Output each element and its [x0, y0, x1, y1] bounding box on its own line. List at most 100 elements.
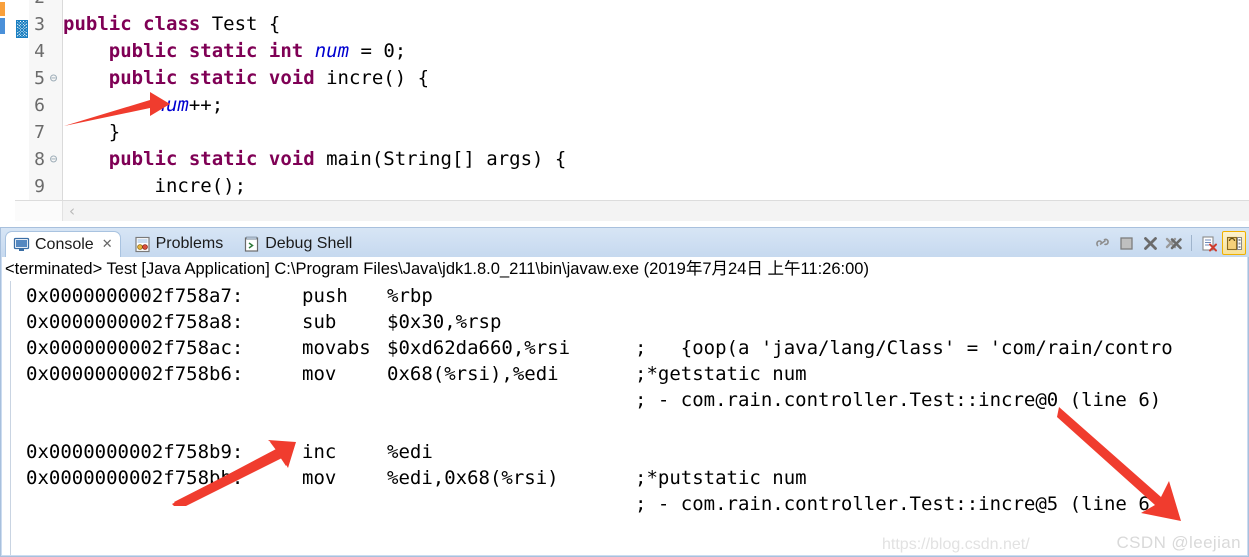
code-line: public static void main(String[] args) { [63, 146, 1249, 173]
line-number: 2 [15, 0, 45, 11]
console-address: 0x0000000002f758b6: [26, 363, 244, 385]
console-address: 0x0000000002f758a8: [26, 311, 244, 333]
pin-console-button[interactable] [1091, 232, 1113, 254]
clear-console-button[interactable] [1198, 232, 1220, 254]
console-mnemonic: inc [302, 441, 337, 463]
line-number: 8 [34, 149, 45, 170]
console-mnemonic: mov [302, 467, 337, 489]
console-mnemonic: mov [302, 363, 337, 385]
line-number: 7 [34, 122, 45, 143]
tab-debug-shell[interactable]: Debug Shell [236, 231, 359, 257]
console-operands: %edi,0x68(%rsi) [387, 467, 559, 489]
console-output-area[interactable]: 0x0000000002f758a7: push %rbp 0x0000000002f… [2, 281, 1247, 555]
stop-square-icon [1119, 236, 1133, 250]
code-line: } [63, 119, 1249, 146]
x-icon [1143, 236, 1157, 250]
remove-launch-button[interactable] [1139, 232, 1161, 254]
toolbar-separator [1191, 235, 1192, 251]
fold-collapse-icon[interactable]: ⊖ [47, 146, 60, 173]
console-mnemonic: sub [302, 311, 337, 333]
console-mnemonic: push [302, 285, 348, 307]
keyword-token: public class [63, 13, 201, 35]
remove-all-launches-button[interactable] [1163, 232, 1185, 254]
line-number: 5 [34, 68, 45, 89]
code-line: num++; [63, 92, 1249, 119]
console-address: 0x0000000002f758bb: [26, 467, 244, 489]
keyword-token: public static void [108, 148, 315, 170]
scroll-left-arrow-icon[interactable]: ‹ [63, 201, 81, 221]
console-comment: ; - com.rain.controller.Test::incre@5 (l… [635, 493, 1162, 515]
console-operands: $0xd62da660,%rsi [387, 337, 571, 359]
code-token: incre(); [63, 175, 247, 197]
problems-icon [134, 236, 151, 253]
console-comment: ;*getstatic num [635, 363, 807, 385]
scroll-lock-button[interactable] [1222, 231, 1246, 255]
line-number: 6 [34, 95, 45, 116]
editor-line-number-ruler: 2345⊖678⊖9 [15, 0, 63, 200]
console-address: 0x0000000002f758a7: [26, 285, 244, 307]
clear-console-icon [1201, 235, 1217, 251]
line-number: 9 [34, 176, 45, 197]
code-token: incre() { [314, 67, 430, 89]
eclipse-ide-screenshot: 2345⊖678⊖9 public class Test { public st… [0, 0, 1249, 557]
code-line: incre(); [63, 173, 1249, 200]
view-tab-strip: Console ✕ Problems Debug Shell [1, 228, 1249, 257]
console-operands: %rbp [387, 285, 433, 307]
launch-status-line: <terminated> Test [Java Application] C:\… [2, 257, 1247, 281]
console-comment: ; - com.rain.controller.Test::incre@0 (l… [635, 389, 1162, 411]
code-token: ++; [188, 94, 224, 116]
scrollbar-left-pad [15, 201, 63, 221]
code-token: = 0; [349, 40, 407, 62]
console-address: 0x0000000002f758b9: [26, 441, 244, 463]
fold-collapse-icon[interactable]: ⊖ [47, 65, 60, 92]
debug-shell-icon [243, 236, 260, 253]
blog-url-watermark: https://blog.csdn.net/ [882, 536, 1030, 553]
tab-console[interactable]: Console ✕ [5, 231, 121, 257]
code-token: } [63, 121, 121, 143]
annotation-arrow-console-right [1057, 407, 1181, 521]
console-view-toolbar [1091, 231, 1246, 255]
console-icon [13, 236, 30, 253]
csdn-watermark: CSDN @leejian [1116, 533, 1241, 552]
console-view: Console ✕ Problems Debug Shell <terminat… [0, 227, 1249, 557]
close-icon[interactable]: ✕ [102, 237, 113, 252]
code-token: main(String[] args) { [314, 148, 567, 170]
pin-icon [1095, 238, 1109, 247]
keyword-token: public static int [108, 40, 304, 62]
field-token: num [154, 94, 189, 116]
keyword-token: public static void [108, 67, 315, 89]
field-token: num [314, 40, 350, 62]
editor-horizontal-scrollbar[interactable]: ‹ [15, 200, 1249, 221]
console-address: 0x0000000002f758ac: [26, 337, 244, 359]
console-comment: ;*putstatic num [635, 467, 807, 489]
line-number: 3 [34, 14, 45, 35]
code-line: public class Test { [63, 11, 1249, 38]
console-left-margin [2, 281, 11, 555]
code-text-area[interactable]: public class Test { public static int nu… [63, 0, 1249, 200]
console-operands: 0x68(%rsi),%edi [387, 363, 559, 385]
scroll-lock-icon [1226, 236, 1242, 250]
console-operands: %edi [387, 441, 433, 463]
tab-label: Debug Shell [265, 235, 353, 252]
editor-marker-bar[interactable] [0, 0, 14, 200]
tab-problems[interactable]: Problems [127, 231, 231, 257]
java-editor-pane: 2345⊖678⊖9 public class Test { public st… [0, 0, 1249, 221]
xx-icon [1165, 237, 1182, 249]
occurrence-marker-icon [0, 18, 5, 34]
tab-label: Problems [155, 235, 224, 252]
tab-label: Console [35, 235, 94, 253]
line-number: 4 [34, 41, 45, 62]
terminate-button[interactable] [1115, 232, 1137, 254]
code-line: public static void incre() { [63, 65, 1249, 92]
console-mnemonic: movabs [302, 337, 371, 359]
code-token: Test { [200, 13, 281, 35]
console-comment: ; {oop(a 'java/lang/Class' = 'com/rain/c… [635, 337, 1173, 359]
console-operands: $0x30,%rsp [387, 311, 502, 333]
code-line: public static int num = 0; [63, 38, 1249, 65]
